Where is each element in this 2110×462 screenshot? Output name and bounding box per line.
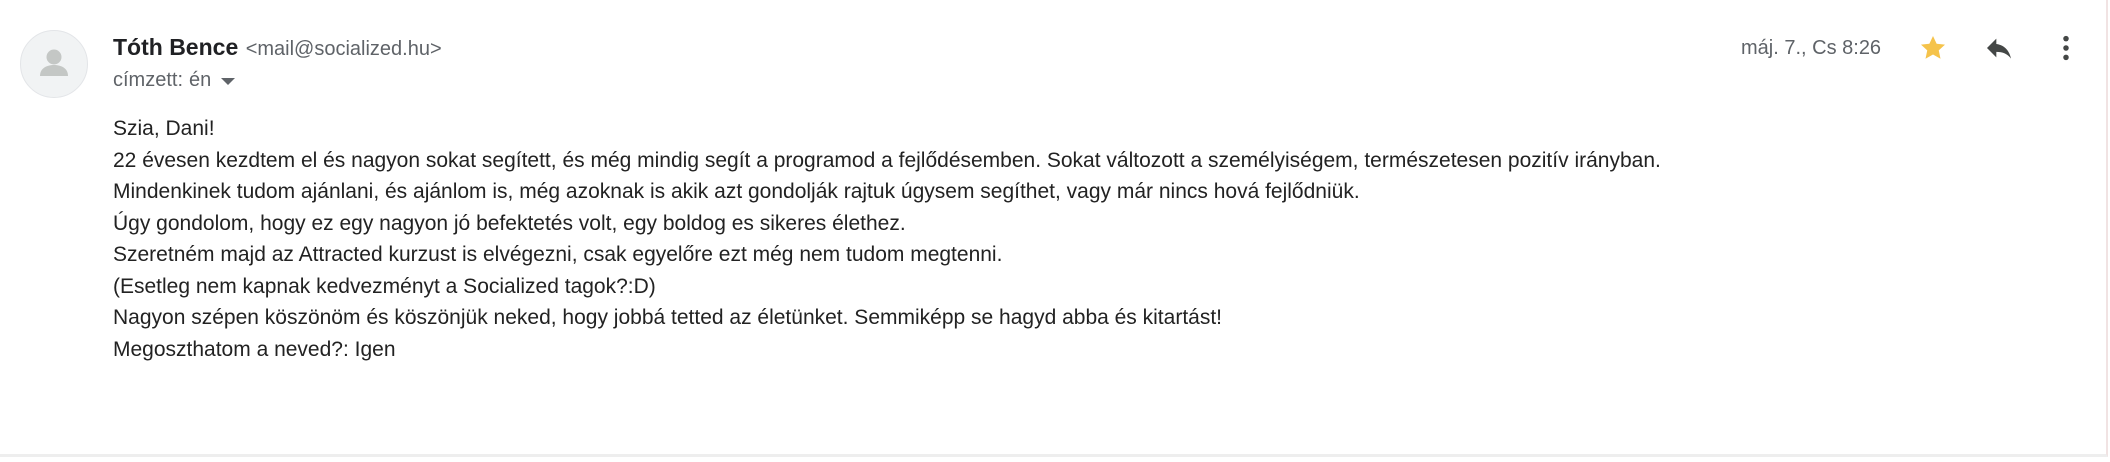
body-line: Szeretném majd az Attracted kurzust is e… (113, 243, 1003, 266)
reply-button[interactable] (1977, 26, 2021, 70)
reply-icon (1987, 38, 2011, 59)
body-line: Úgy gondolom, hogy ez egy nagyon jó befe… (113, 211, 906, 235)
email-message: Tóth Bence <mail@socialized.hu> címzett:… (0, 0, 2108, 457)
body-line: Szia, Dani! (113, 117, 215, 140)
body-line: Nagyon szépen köszönöm és köszönjük neke… (113, 306, 1223, 329)
recipient-value: én (189, 69, 212, 91)
star-icon (1921, 36, 1945, 59)
star-button[interactable] (1911, 26, 1955, 70)
sender-line: Tóth Bence <mail@socialized.hu> (113, 32, 442, 62)
body-line: Mindenkinek tudom ajánlani, és ajánlom i… (113, 180, 1360, 203)
sender-name[interactable]: Tóth Bence (113, 34, 238, 60)
chevron-down-icon[interactable] (221, 78, 236, 85)
more-vert-icon (2063, 35, 2069, 61)
person-icon (40, 49, 68, 76)
message-timestamp: máj. 7., Cs 8:26 (1741, 37, 1882, 59)
body-line: (Esetleg nem kapnak kedvezményt a Social… (113, 274, 656, 298)
body-line: Megoszthatom a neved?: Igen (113, 337, 396, 361)
sender-email[interactable]: <mail@socialized.hu> (246, 38, 442, 60)
sender-avatar[interactable] (20, 30, 88, 98)
body-line: 22 évesen kezdtem el és nagyon sokat seg… (113, 148, 1661, 172)
recipient-label: címzett: (113, 69, 184, 91)
more-options-button[interactable] (2044, 26, 2088, 70)
message-body: Szia, Dani! 22 évesen kezdtem el és nagy… (113, 113, 2013, 365)
recipient-details[interactable]: címzett: én (113, 66, 236, 94)
